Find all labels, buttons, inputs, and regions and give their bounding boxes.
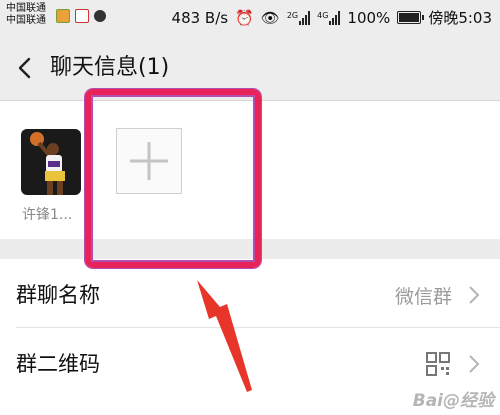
carrier-1: 中国联通 bbox=[6, 3, 46, 14]
notification-icons bbox=[56, 9, 106, 23]
group-qr-label: 群二维码 bbox=[16, 352, 100, 376]
back-arrow-icon[interactable] bbox=[14, 54, 38, 82]
app-notification-icon bbox=[56, 9, 70, 23]
signal-2g-icon: 2G bbox=[286, 10, 311, 25]
carrier-labels: 中国联通 中国联通 bbox=[6, 3, 46, 27]
signal-4g-icon: 4G bbox=[317, 10, 341, 25]
battery-percent: 100% bbox=[347, 8, 391, 27]
page-title: 聊天信息(1) bbox=[50, 55, 170, 80]
chat-bubble-icon bbox=[94, 10, 106, 22]
chevron-right-icon bbox=[469, 355, 480, 373]
qr-code-icon bbox=[426, 352, 450, 376]
clock: 傍晚5:03 bbox=[428, 9, 492, 27]
baidu-watermark: Bai@经验 bbox=[412, 391, 494, 411]
stock-chart-icon bbox=[75, 9, 89, 23]
status-indicators: 483 B/s ⏰ 👁 2G 4G 100% 傍晚5:03 bbox=[172, 7, 492, 28]
eye-icon: 👁 bbox=[260, 8, 280, 27]
battery-icon bbox=[397, 11, 425, 24]
highlight-box bbox=[85, 89, 261, 268]
group-name-row[interactable]: 群聊名称 微信群 bbox=[0, 259, 500, 331]
member-name: 许锋1... bbox=[22, 207, 73, 223]
carrier-2: 中国联通 bbox=[6, 15, 46, 26]
basketball-player-avatar bbox=[21, 129, 81, 195]
status-bar: 中国联通 中国联通 483 B/s ⏰ 👁 2G 4G 100% 傍晚5:03 bbox=[0, 0, 500, 38]
net-type-4g: 4G bbox=[317, 10, 329, 20]
net-speed: 483 B/s bbox=[171, 8, 229, 27]
net-type-2g: 2G bbox=[286, 10, 299, 20]
member-avatar[interactable] bbox=[21, 129, 81, 195]
group-name-value: 微信群 bbox=[394, 286, 452, 308]
chevron-right-icon bbox=[469, 286, 480, 304]
alarm-icon: ⏰ bbox=[235, 8, 254, 27]
group-name-label: 群聊名称 bbox=[16, 283, 100, 307]
